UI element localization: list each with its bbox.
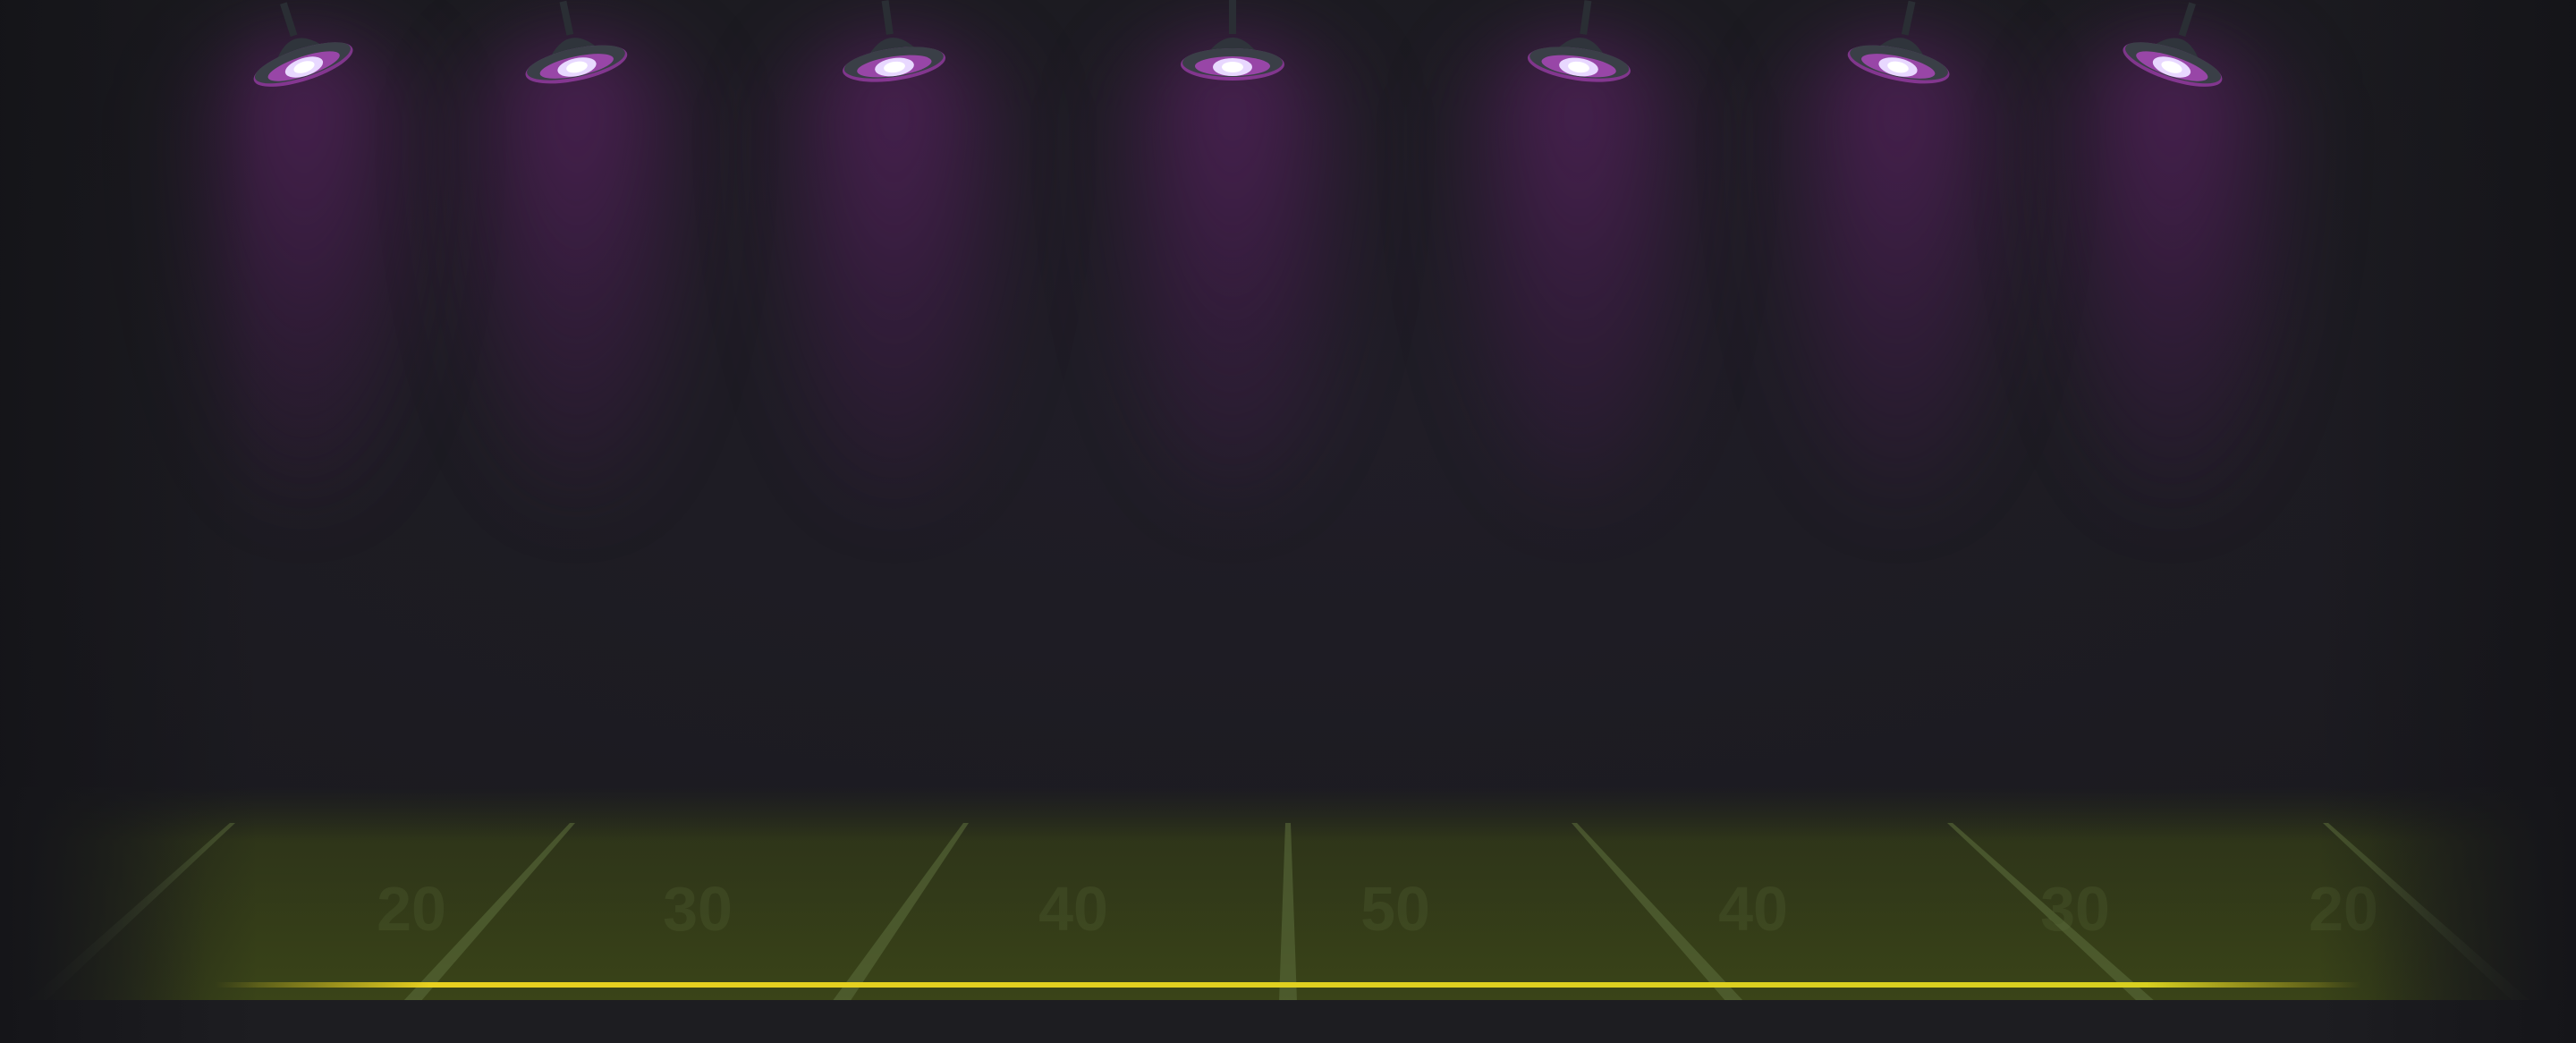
spotlight-lamp-icon [1847, 0, 1950, 84]
light-beam [1764, 36, 2032, 501]
spotlight-lamp-icon [843, 0, 946, 82]
field-edge-fade [0, 787, 2576, 1002]
spotlight-lamp-icon [253, 2, 353, 87]
floor [0, 1000, 2576, 1043]
light-beam [1098, 36, 1367, 501]
field-graphic: 20304050403020 [0, 787, 2576, 1002]
stadium-stage: 20304050403020 [0, 0, 2576, 1043]
light-beam [760, 36, 1029, 501]
spotlight-lamp-icon [2123, 2, 2223, 87]
light-beam [2038, 36, 2306, 501]
spotlight-lamp-icon [1181, 0, 1284, 81]
football-field: 20304050403020 [0, 787, 2576, 1002]
spotlight-lamp-icon [525, 0, 628, 84]
light-beam [443, 36, 711, 501]
sideline-stripe [215, 982, 2361, 988]
spotlight-lamp-icon [1527, 0, 1631, 82]
light-beam [170, 36, 438, 501]
light-beam [1445, 36, 1713, 501]
